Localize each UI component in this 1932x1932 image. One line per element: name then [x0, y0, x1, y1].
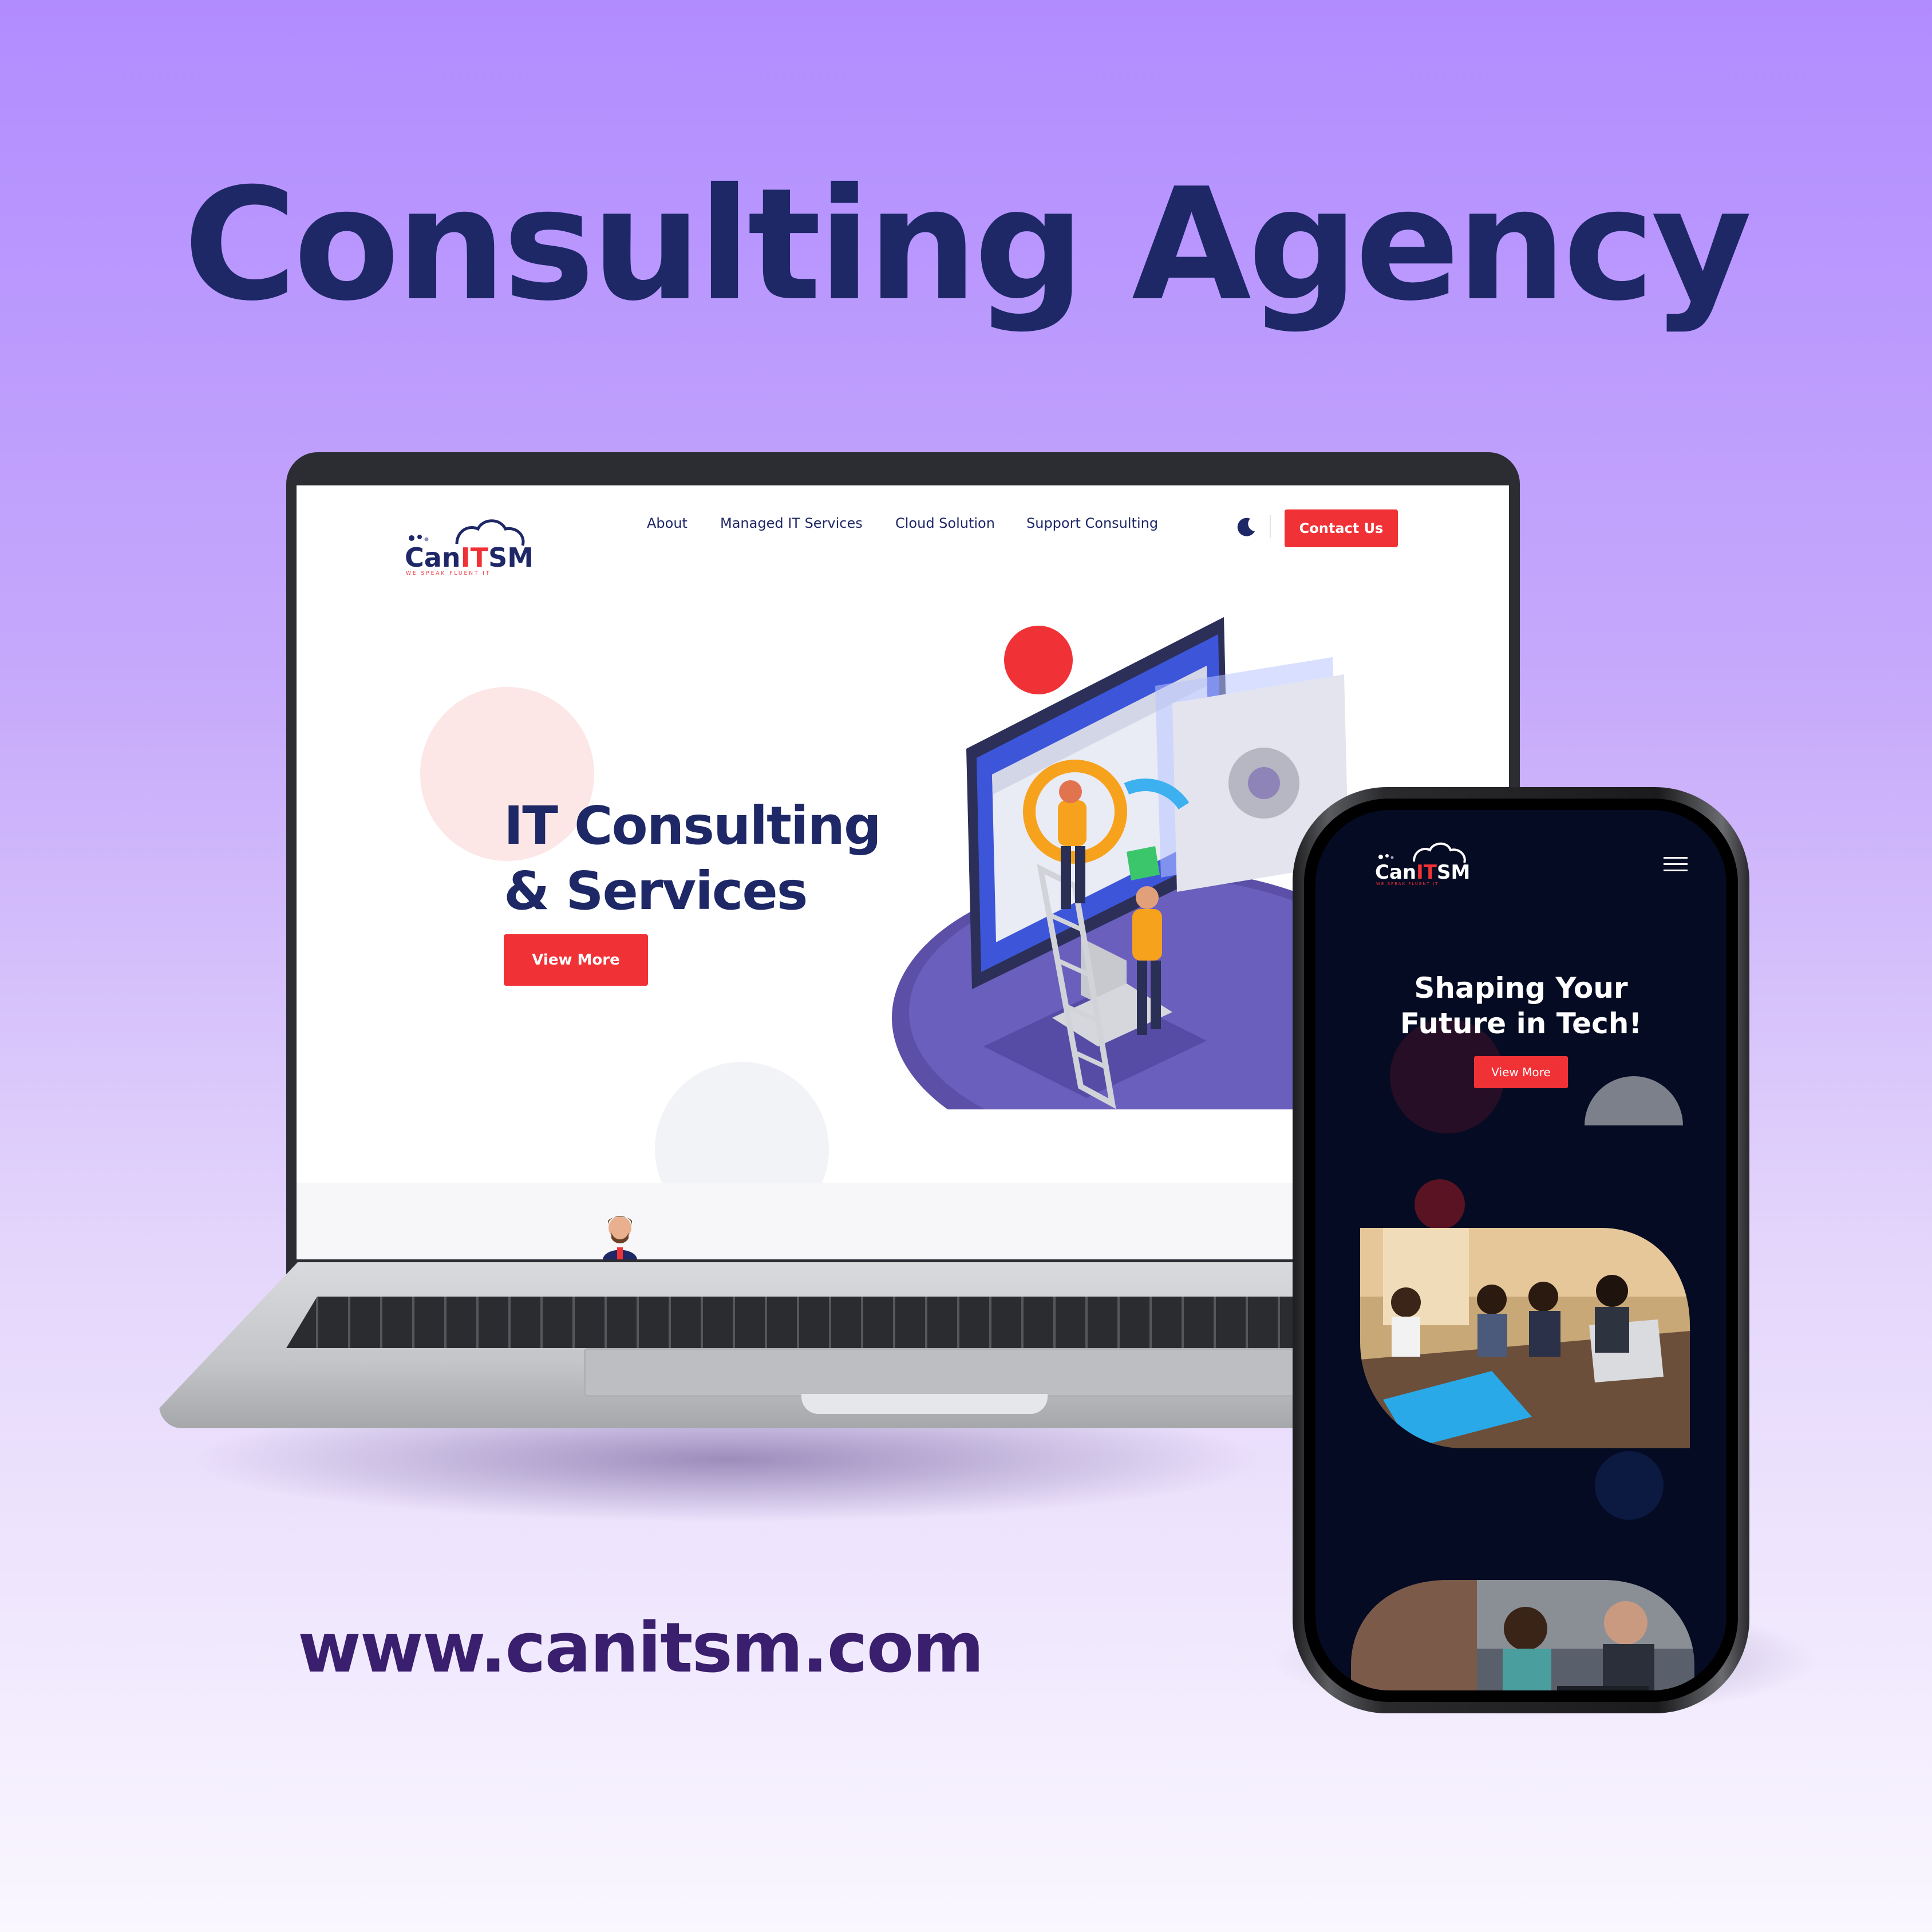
- logo-can: Can: [405, 542, 461, 573]
- headline: Consulting Agency: [183, 155, 1752, 335]
- view-more-button[interactable]: View More: [504, 934, 648, 986]
- nav-about[interactable]: About: [647, 515, 688, 538]
- it-consulting-illustration: [892, 617, 1356, 1109]
- mobile-website: CanITSM WE SPEAK FLUENT IT Shaping Your …: [1315, 810, 1726, 1690]
- hamburger-menu-icon[interactable]: [1664, 856, 1688, 873]
- hero-title-line1: IT Consulting: [504, 795, 882, 856]
- logo-sm: SM: [488, 542, 534, 573]
- nav-managed-it-services[interactable]: Managed IT Services: [720, 515, 863, 538]
- desktop-hero-title: IT Consulting & Services: [504, 793, 939, 924]
- mobile-view-more-button[interactable]: View More: [1474, 1056, 1568, 1088]
- contact-us-button[interactable]: Contact Us: [1285, 509, 1398, 547]
- cloud-logo-icon: [1378, 842, 1466, 863]
- mobile-decor-circle-red: [1415, 1179, 1465, 1230]
- svg-text:CanITSM: CanITSM: [405, 542, 534, 573]
- hero-title-line2: & Services: [504, 860, 808, 922]
- mobile-logo-tagline: WE SPEAK FLUENT IT: [1376, 882, 1439, 886]
- mobile-decor-half-circle: [1585, 1076, 1683, 1125]
- mobile-decor-circle-navy: [1595, 1451, 1664, 1520]
- team-collaboration-photo: [1351, 1580, 1694, 1690]
- nav-cloud-solution[interactable]: Cloud Solution: [895, 515, 995, 538]
- avatar-illustration: [603, 1216, 637, 1259]
- laptop-trackpad: [584, 1348, 1299, 1397]
- moon-icon[interactable]: [1235, 515, 1258, 538]
- mobile-logo-it: IT: [1416, 861, 1437, 884]
- logo-tagline: WE SPEAK FLUENT IT: [406, 571, 491, 576]
- team-meeting-photo: [1360, 1228, 1690, 1448]
- mobile-hero-title: Shaping Your Future in Tech!: [1315, 970, 1726, 1041]
- mobile-logo-can: Can: [1375, 861, 1416, 884]
- mobile-logo[interactable]: CanITSM WE SPEAK FLUENT IT: [1374, 839, 1471, 887]
- nav-support-consulting[interactable]: Support Consulting: [1026, 515, 1158, 538]
- svg-text:CanITSM: CanITSM: [1375, 861, 1470, 884]
- laptop-keyboard: [286, 1297, 1317, 1348]
- logo-it: IT: [461, 542, 489, 573]
- website-url[interactable]: www.canitsm.com: [298, 1609, 984, 1688]
- nav-divider: [1270, 515, 1271, 538]
- mobile-hero-title-line1: Shaping Your: [1414, 971, 1628, 1005]
- mobile-hero-title-line2: Future in Tech!: [1400, 1007, 1642, 1040]
- desktop-logo[interactable]: CanITSM WE SPEAK FLUENT IT: [402, 514, 534, 577]
- mobile-logo-sm: SM: [1437, 861, 1470, 884]
- laptop-notch: [801, 1394, 1048, 1414]
